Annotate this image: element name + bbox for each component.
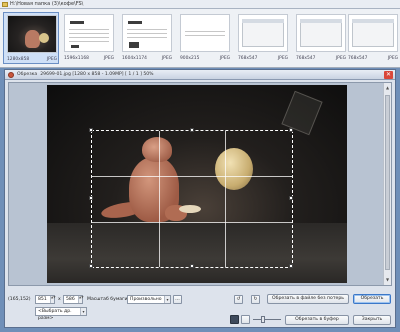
thumbnail-image [180,14,230,52]
thumbnail-size: 1604x1174 [122,55,147,61]
app-icon [8,71,14,78]
paper-format-select[interactable]: Произвольно ▾ [127,295,171,304]
grid-line [92,222,292,223]
pause-icon[interactable] [230,315,239,324]
thumbnail-format: JPEG [219,55,230,61]
thumbnail-3[interactable]: 1604x1174 JPEG [119,12,175,64]
thumbnail-format: JPEG [387,55,398,61]
crop-to-clipboard-button[interactable]: Обрезать в буфер [285,315,349,325]
crop-handle-top[interactable] [190,128,194,132]
thumbnail-format: JPEG [103,55,114,61]
folder-icon [2,1,8,7]
thumbnail-1[interactable]: 1280x858 JPEG [3,12,59,64]
thumbnail-image [238,14,288,52]
thumbnail-size: 900x215 [180,55,200,61]
crop-controls: (165,152) 851 ▲▼ x 586 ▲▼ Масштаб бумаги… [5,288,395,328]
width-spin-icon[interactable]: ▲▼ [50,295,56,303]
scroll-up-icon[interactable]: ▲ [385,85,390,91]
crop-selection[interactable] [89,128,293,268]
thumbnail-7[interactable]: 768x547 JPEG [345,12,400,64]
width-field[interactable]: 851 ▲▼ [35,295,56,304]
thumbnail-size: 1596x1168 [64,55,89,61]
vertical-scrollbar[interactable]: ▲ ▼ [383,83,391,285]
thumbnail-6[interactable]: 768x547 JPEG [293,12,349,64]
close-icon[interactable]: ✕ [384,71,393,79]
close-button[interactable]: Закрыть [353,315,391,325]
thumbnail-format: JPEG [161,55,172,61]
height-spin-icon[interactable]: ▲▼ [78,295,84,303]
thumbnail-size: 768x547 [348,55,368,61]
zoom-slider[interactable] [253,319,281,320]
crop-handle-top-left[interactable] [89,128,93,132]
rotate-left-button[interactable]: ↺ [234,295,243,304]
cursor-coords: (165,152) [8,297,31,302]
thumbnail-4[interactable]: 900x215 JPEG [177,12,233,64]
thumbnail-image [64,14,114,52]
crop-dialog: Обрезка 29699-01.jpg [1280 x 858 - 1.09M… [4,69,396,328]
thumbnail-size: 768x547 [238,55,258,61]
thumbnail-image [348,14,398,52]
chevron-down-icon: ▾ [80,308,86,315]
times-label: x [58,297,61,302]
thumbnail-format: JPEG [46,56,57,62]
path-bar: H:\Новая папка (3)\кофе\FS\ [0,0,400,9]
rotate-right-button[interactable]: ↻ [251,295,260,304]
chevron-down-icon: ▾ [164,296,170,303]
preset-size-select[interactable]: <Выбрать др. разм> ▾ [35,307,87,321]
crop-handle-bottom[interactable] [190,264,194,268]
more-options-button[interactable]: ... [173,295,182,304]
crop-handle-right[interactable] [289,196,293,200]
grid-line [92,176,292,177]
image-canvas: ▲ ▼ [8,82,392,286]
thumbnail-format: JPEG [277,55,288,61]
dialog-titlebar: Обрезка 29699-01.jpg [1280 x 858 - 1.09M… [5,70,395,80]
scroll-thumb[interactable] [385,95,390,270]
crop-handle-left[interactable] [89,196,93,200]
paper-format-label: Масштаб бумаги [87,297,128,302]
thumbnail-image [122,14,172,52]
crop-button[interactable]: Обрезать [353,294,391,304]
crop-handle-bottom-left[interactable] [89,264,93,268]
thumbnail-image [7,15,57,53]
grid-toggle-icon[interactable] [241,315,250,324]
zoom-slider-knob[interactable] [261,316,265,323]
dialog-title: Обрезка [17,72,38,77]
thumbnail-size: 1280x858 [7,56,30,62]
thumbnail-strip: 1280x858 JPEG 1596x1168 JPEG 1604x1174 J… [0,9,400,68]
crop-lossless-button[interactable]: Обрезать в файле без потерь [267,294,349,304]
scroll-down-icon[interactable]: ▼ [385,277,390,283]
thumbnail-5[interactable]: 768x547 JPEG [235,12,291,64]
thumbnail-size: 768x547 [296,55,316,61]
file-info: 29699-01.jpg [1280 x 858 - 1.09MP] [ 1 /… [40,72,154,77]
thumbnail-image [296,14,346,52]
path-text: H:\Новая папка (3)\кофе\FS\ [10,1,84,7]
thumbnail-2[interactable]: 1596x1168 JPEG [61,12,117,64]
height-field[interactable]: 586 ▲▼ [63,295,84,304]
grid-line [225,131,226,267]
crop-handle-bottom-right[interactable] [289,264,293,268]
crop-handle-top-right[interactable] [289,128,293,132]
grid-line [159,131,160,267]
